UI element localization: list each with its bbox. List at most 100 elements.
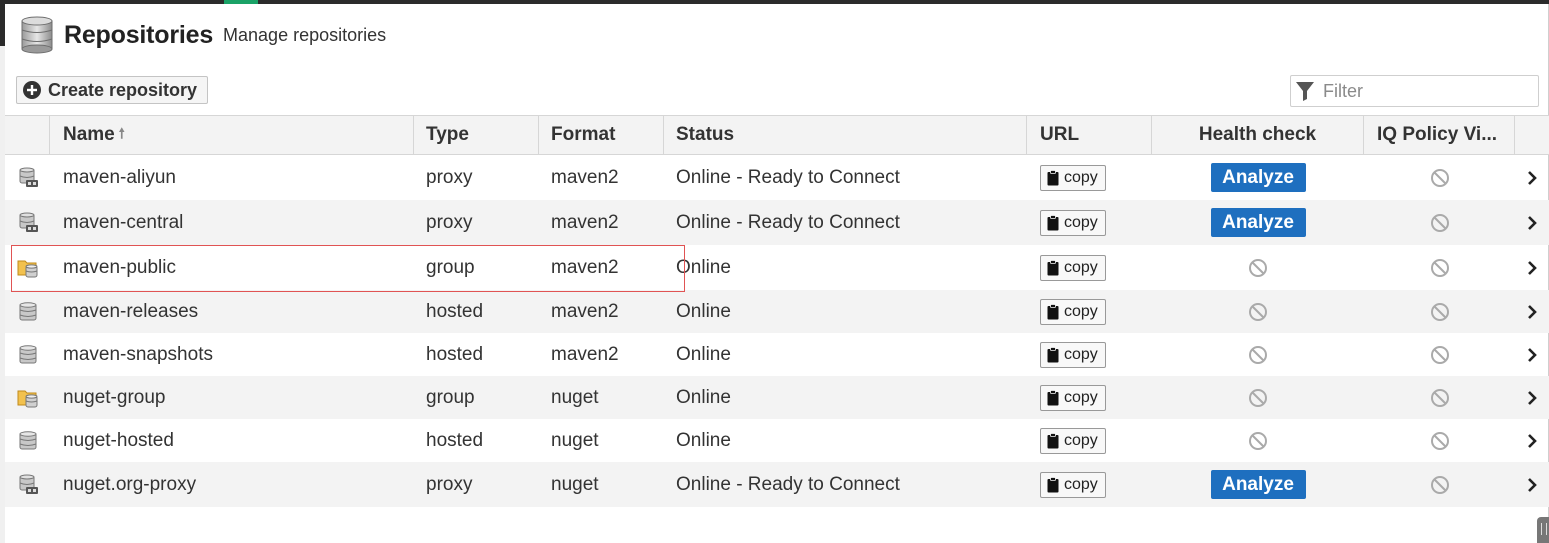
repo-status: Online: [676, 429, 731, 451]
row-open-cell[interactable]: [1515, 333, 1549, 376]
copy-url-button[interactable]: copy: [1040, 254, 1106, 281]
chevron-right-icon: [1528, 347, 1537, 362]
proxy-repo-icon: [17, 167, 39, 189]
repo-name: nuget-hosted: [63, 429, 174, 451]
repo-type: hosted: [426, 300, 484, 322]
iq-policy-cell: [1364, 290, 1515, 333]
header-type-label: Type: [426, 124, 469, 145]
copy-label: copy: [1064, 168, 1098, 186]
header-iq-policy[interactable]: IQ Policy Vi...: [1364, 116, 1515, 154]
repo-status: Online: [676, 256, 731, 278]
not-available-icon: [1249, 345, 1267, 364]
clipboard-icon: [1047, 303, 1059, 319]
not-available-icon: [1249, 302, 1267, 321]
left-edge-dark: [0, 4, 5, 46]
not-available-icon: [1430, 302, 1449, 321]
copy-url-button[interactable]: copy: [1040, 471, 1106, 498]
header-iq-label: IQ Policy Vi...: [1377, 124, 1498, 145]
page-header: Repositories Manage repositories: [20, 15, 386, 55]
clipboard-icon: [1047, 346, 1059, 362]
row-open-cell[interactable]: [1515, 462, 1549, 507]
health-check-cell: Analyze: [1152, 200, 1364, 245]
copy-url-button[interactable]: copy: [1040, 427, 1106, 454]
plus-circle-icon: [23, 81, 41, 99]
analyze-button[interactable]: Analyze: [1210, 470, 1306, 499]
header-format[interactable]: Format: [539, 116, 664, 154]
row-open-cell[interactable]: [1515, 155, 1549, 200]
table-row[interactable]: nuget.org-proxy proxy nuget Online - Ready …: [5, 462, 1549, 507]
analyze-button[interactable]: Analyze: [1210, 163, 1306, 192]
table-row[interactable]: maven-public group maven2 Online copy: [5, 245, 1549, 290]
header-status[interactable]: Status: [664, 116, 1027, 154]
copy-label: copy: [1064, 431, 1098, 449]
repo-type-cell: [17, 333, 41, 376]
create-repository-label: Create repository: [48, 79, 198, 100]
header-status-label: Status: [676, 124, 735, 145]
header-url[interactable]: URL: [1027, 116, 1152, 154]
repo-type: group: [426, 256, 475, 278]
filter-box[interactable]: [1290, 75, 1539, 107]
iq-policy-cell: [1364, 200, 1515, 245]
url-cell: copy: [1040, 462, 1106, 507]
repo-type-cell: [17, 419, 41, 462]
repo-type: group: [426, 386, 475, 408]
copy-url-button[interactable]: copy: [1040, 298, 1106, 325]
scroll-handle[interactable]: [1537, 517, 1549, 543]
health-check-cell: [1152, 245, 1364, 290]
table-row[interactable]: nuget-hosted hosted nuget Online copy: [5, 419, 1549, 462]
repo-type-cell: [17, 290, 41, 333]
repo-name: nuget.org-proxy: [63, 473, 197, 495]
not-available-icon: [1249, 388, 1267, 407]
row-open-cell[interactable]: [1515, 419, 1549, 462]
not-available-icon: [1249, 258, 1267, 277]
database-icon: [21, 16, 53, 54]
chevron-right-icon: [1528, 260, 1537, 275]
analyze-button[interactable]: Analyze: [1210, 208, 1306, 237]
header-type[interactable]: Type: [414, 116, 539, 154]
row-open-cell[interactable]: [1515, 200, 1549, 245]
not-available-icon: [1430, 345, 1449, 364]
table-row[interactable]: maven-releases hosted maven2 Online copy: [5, 290, 1549, 333]
table-row[interactable]: maven-snapshots hosted maven2 Online copy: [5, 333, 1549, 376]
not-available-icon: [1430, 213, 1449, 232]
page-title: Repositories: [64, 20, 214, 49]
iq-policy-cell: [1364, 419, 1515, 462]
repo-name: maven-releases: [63, 300, 199, 322]
header-health-label: Health check: [1198, 124, 1317, 145]
repo-format: maven2: [551, 166, 619, 188]
header-health-check[interactable]: Health check: [1152, 116, 1364, 154]
url-cell: copy: [1040, 376, 1106, 419]
create-repository-button[interactable]: Create repository: [16, 76, 209, 104]
table-row[interactable]: maven-aliyun proxy maven2 Online - Ready to…: [5, 155, 1549, 200]
group-repo-icon: [17, 257, 39, 279]
health-check-cell: Analyze: [1152, 462, 1364, 507]
copy-url-button[interactable]: copy: [1040, 384, 1106, 411]
filter-input[interactable]: [1321, 79, 1535, 103]
not-available-icon: [1430, 475, 1449, 494]
proxy-repo-icon: [17, 474, 39, 496]
hosted-repo-icon: [17, 301, 39, 323]
iq-policy-cell: [1364, 376, 1515, 419]
row-open-cell[interactable]: [1515, 290, 1549, 333]
url-cell: copy: [1040, 245, 1106, 290]
hosted-repo-icon: [17, 344, 39, 366]
row-open-cell[interactable]: [1515, 376, 1549, 419]
not-available-icon: [1430, 258, 1449, 277]
header-name[interactable]: Name 🠕: [50, 116, 414, 154]
row-open-cell[interactable]: [1515, 245, 1549, 290]
hosted-repo-icon: [17, 430, 39, 452]
copy-label: copy: [1064, 213, 1098, 231]
clipboard-icon: [1047, 259, 1059, 275]
not-available-icon: [1249, 431, 1267, 450]
table-row[interactable]: nuget-group group nuget Online copy: [5, 376, 1549, 419]
iq-policy-cell: [1364, 155, 1515, 200]
proxy-repo-icon: [17, 212, 39, 234]
repo-status: Online - Ready to Connect: [676, 211, 900, 233]
copy-url-button[interactable]: copy: [1040, 164, 1106, 191]
copy-url-button[interactable]: copy: [1040, 209, 1106, 236]
url-cell: copy: [1040, 290, 1106, 333]
iq-policy-cell: [1364, 245, 1515, 290]
repo-type-cell: [17, 376, 41, 419]
table-row[interactable]: maven-central proxy maven2 Online - Ready t…: [5, 200, 1549, 245]
copy-url-button[interactable]: copy: [1040, 341, 1106, 368]
